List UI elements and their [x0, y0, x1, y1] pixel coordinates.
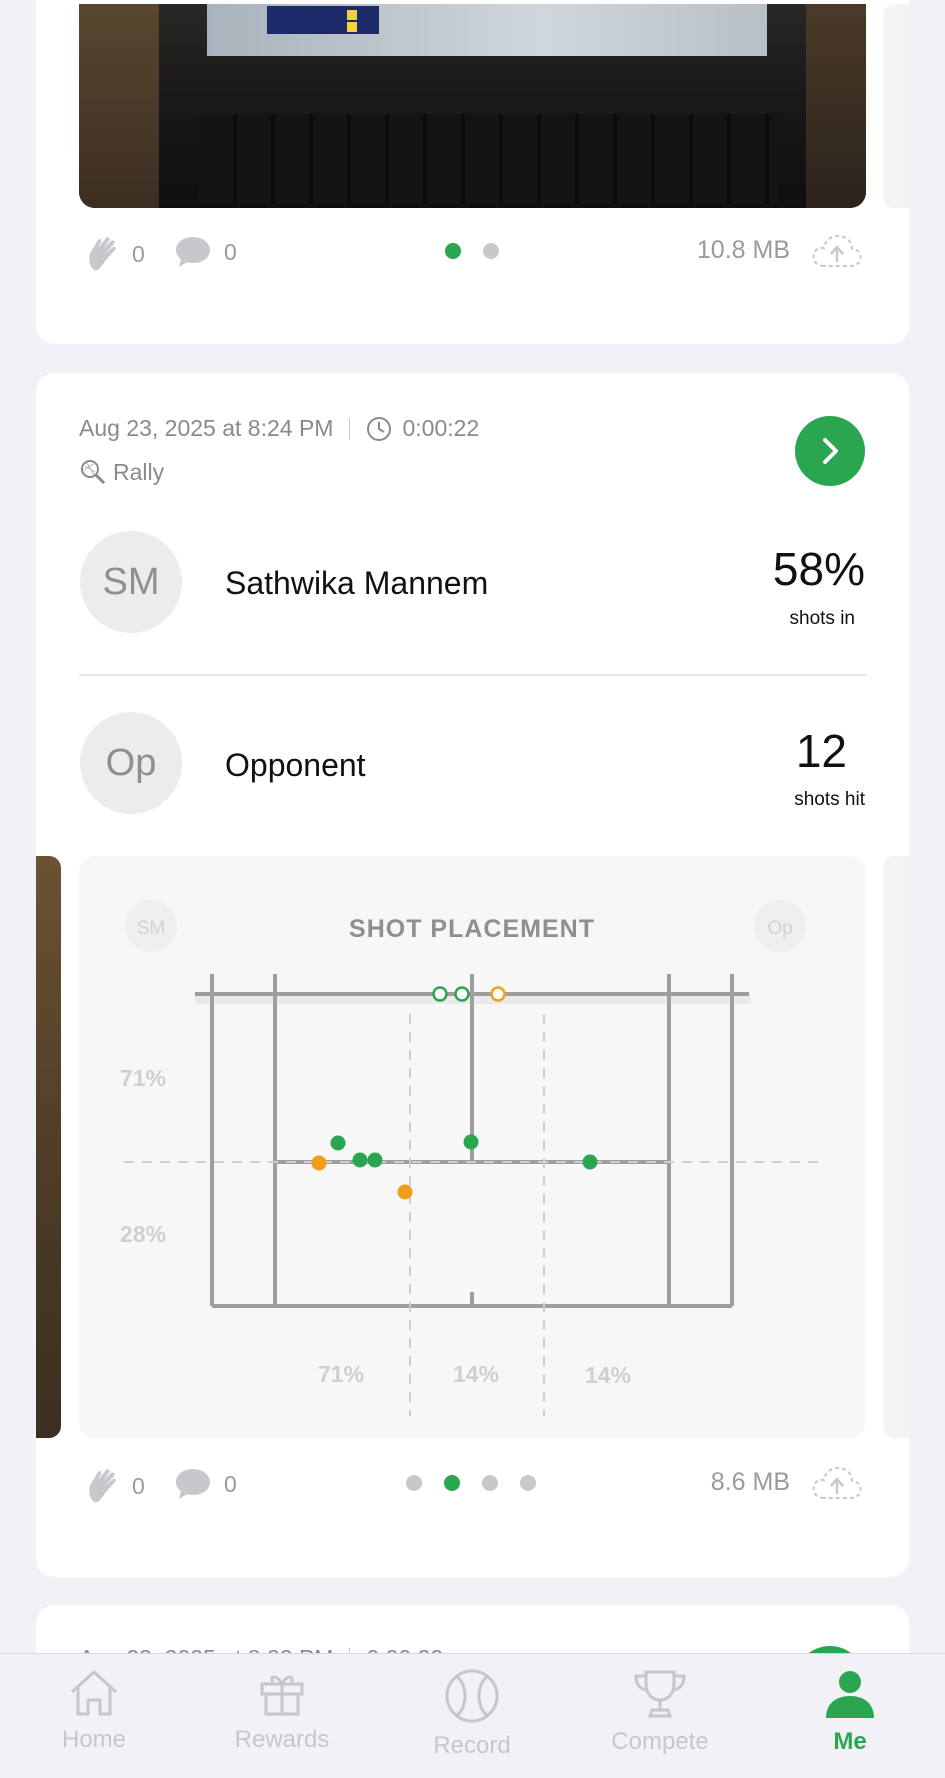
shot-placement-chart: SM Op SHOT PLACEMENT 71% 28% 71% 14% 14%: [120, 900, 819, 1416]
carousel-dot-2[interactable]: [483, 243, 499, 259]
person-icon: [826, 1671, 874, 1718]
tab-compete-label: Compete: [611, 1728, 709, 1755]
clock-icon: [367, 416, 392, 441]
tab-record-label: Record: [433, 1732, 511, 1759]
shot-marker-net: [490, 986, 506, 1002]
comment-icon: [176, 1469, 210, 1499]
carousel-dots[interactable]: [445, 243, 499, 259]
shot-marker-net: [454, 986, 470, 1002]
zone-pct-right: 14%: [585, 1362, 631, 1388]
chart-title: SHOT PLACEMENT: [349, 915, 595, 943]
video-background-left: [79, 4, 159, 208]
clap-icon: [89, 237, 116, 271]
chevron-right-icon: [823, 438, 838, 464]
session-duration: 0:00:22: [402, 415, 480, 441]
depth-pct-bottom: 28%: [120, 1221, 166, 1247]
home-icon: [70, 1670, 118, 1716]
tennis-ball-icon: [445, 1669, 499, 1723]
carousel-dot-1[interactable]: [406, 1475, 422, 1491]
bottom-tab-bar: Home Rewards Record Compete Me: [0, 1653, 945, 1778]
clap-counter[interactable]: 0: [86, 1466, 145, 1506]
comment-count: 0: [224, 238, 237, 265]
zone-pct-left: 71%: [318, 1361, 364, 1387]
player-avatar: SM: [80, 531, 182, 633]
shot-marker-opponent: [311, 1155, 327, 1171]
comment-counter[interactable]: 0: [174, 234, 237, 270]
player-stat-label: shots in: [789, 608, 855, 629]
player-divider: [79, 674, 866, 676]
carousel-dot-1[interactable]: [445, 243, 461, 259]
player-stat-value: 58%: [772, 543, 865, 595]
carousel-prev-peek: [36, 856, 61, 1438]
tab-me[interactable]: Me: [775, 1668, 925, 1756]
clap-counter[interactable]: 0: [86, 234, 145, 274]
clap-count: 0: [132, 1472, 145, 1499]
file-size: 10.8 MB: [696, 236, 790, 264]
tab-rewards[interactable]: Rewards: [207, 1668, 357, 1754]
video-thumbnail[interactable]: [79, 4, 866, 208]
shot-marker-in: [352, 1152, 368, 1168]
badge-right: Op: [767, 918, 792, 939]
racket-icon: [81, 460, 106, 485]
carousel-dot-4[interactable]: [520, 1475, 536, 1491]
cloud-upload-icon[interactable]: [810, 1462, 864, 1502]
shot-placement-panel[interactable]: SM Op SHOT PLACEMENT 71% 28% 71% 14% 14%: [79, 856, 866, 1438]
tab-record[interactable]: Record: [397, 1668, 547, 1760]
opponent-avatar: Op: [80, 712, 182, 814]
session-date: Aug 23, 2025 at 8:24 PM: [79, 415, 334, 441]
shot-marker-in: [463, 1134, 479, 1150]
clap-icon: [89, 1469, 116, 1503]
cloud-upload-icon[interactable]: [810, 230, 864, 270]
gift-icon: [260, 1675, 304, 1716]
shot-marker-net: [432, 986, 448, 1002]
session-type: Rally: [79, 458, 164, 486]
player-name: Sathwika Mannem: [225, 565, 489, 601]
carousel-next-peek-2: [883, 856, 909, 1438]
carousel-dots[interactable]: [406, 1475, 536, 1491]
open-session-button[interactable]: [795, 416, 865, 486]
zone-pct-center: 14%: [453, 1361, 499, 1387]
depth-pct-top: 71%: [120, 1065, 166, 1091]
carousel-dot-3[interactable]: [482, 1475, 498, 1491]
badge-left: SM: [137, 918, 166, 939]
shot-marker-in: [582, 1154, 598, 1170]
carousel-next-peek: [883, 4, 909, 208]
file-size: 8.6 MB: [710, 1468, 790, 1496]
tab-home-label: Home: [61, 1726, 127, 1753]
comment-counter[interactable]: 0: [174, 1466, 237, 1502]
tab-home[interactable]: Home: [19, 1668, 169, 1754]
opponent-stat-value: 12: [795, 725, 847, 777]
session-meta: Aug 23, 2025 at 8:24 PM 0:00:22: [79, 415, 479, 442]
video-keyboard: [199, 114, 779, 204]
trophy-icon: [634, 1670, 686, 1718]
comment-count: 0: [224, 1470, 237, 1497]
shot-marker-in: [330, 1135, 346, 1151]
opponent-stat-label: shots hit: [794, 789, 865, 810]
video-scoreboard: [267, 6, 379, 34]
opponent-name: Opponent: [225, 747, 366, 783]
shot-marker-opponent: [397, 1184, 413, 1200]
tab-me-label: Me: [833, 1728, 867, 1755]
shot-marker-in: [367, 1152, 383, 1168]
session-type-label: Rally: [113, 458, 165, 485]
tab-compete[interactable]: Compete: [585, 1668, 735, 1756]
video-background-right: [806, 4, 866, 208]
tab-rewards-label: Rewards: [234, 1726, 330, 1753]
carousel-dot-2[interactable]: [444, 1475, 460, 1491]
clap-count: 0: [132, 240, 145, 267]
meta-divider: [349, 417, 351, 440]
comment-icon: [176, 237, 210, 267]
